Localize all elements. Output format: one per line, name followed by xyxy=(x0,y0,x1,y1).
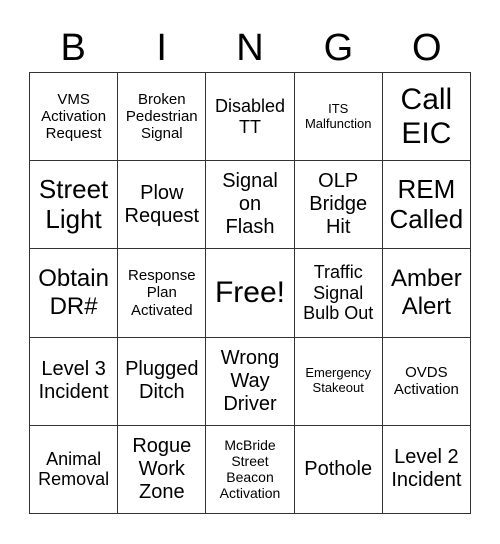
bingo-cell[interactable]: Traffic Signal Bulb Out xyxy=(294,249,383,338)
bingo-cell[interactable]: Animal Removal xyxy=(30,425,119,514)
bingo-cell[interactable]: Emergency Stakeout xyxy=(294,337,383,426)
bingo-cell[interactable]: Pothole xyxy=(294,425,383,514)
bingo-cell[interactable]: Street Light xyxy=(30,161,119,250)
bingo-cell[interactable]: ITS Malfunction xyxy=(294,73,383,162)
free-space[interactable]: Free! xyxy=(206,249,295,338)
bingo-cell[interactable]: Rogue Work Zone xyxy=(118,425,207,514)
bingo-cell[interactable]: OLP Bridge Hit xyxy=(294,161,383,250)
bingo-cell[interactable]: VMS Activation Request xyxy=(30,73,119,162)
bingo-cell[interactable]: Wrong Way Driver xyxy=(206,337,295,426)
header-letter-i: I xyxy=(156,27,167,69)
bingo-cell[interactable]: Plow Request xyxy=(118,161,207,250)
bingo-cell[interactable]: REM Called xyxy=(382,161,471,250)
bingo-cell[interactable]: Level 2 Incident xyxy=(382,425,471,514)
bingo-cell[interactable]: Obtain DR# xyxy=(30,249,119,338)
bingo-cell[interactable]: Level 3 Incident xyxy=(30,337,119,426)
bingo-header: B I N G O xyxy=(29,24,471,72)
bingo-cell[interactable]: Call EIC xyxy=(382,73,471,162)
bingo-cell[interactable]: OVDS Activation xyxy=(382,337,471,426)
header-letter-o: O xyxy=(412,27,442,69)
header-letter-b: B xyxy=(60,27,86,69)
bingo-card-grid: VMS Activation Request Broken Pedestrian… xyxy=(29,72,471,514)
bingo-cell[interactable]: Amber Alert xyxy=(382,249,471,338)
bingo-cell[interactable]: Plugged Ditch xyxy=(118,337,207,426)
header-letter-g: G xyxy=(323,27,354,69)
bingo-cell[interactable]: Disabled TT xyxy=(206,73,295,162)
bingo-cell[interactable]: Broken Pedestrian Signal xyxy=(118,73,207,162)
header-letter-n: N xyxy=(236,27,264,69)
bingo-cell[interactable]: McBride Street Beacon Activation xyxy=(206,425,295,514)
bingo-cell[interactable]: Signal on Flash xyxy=(206,161,295,250)
bingo-cell[interactable]: Response Plan Activated xyxy=(118,249,207,338)
